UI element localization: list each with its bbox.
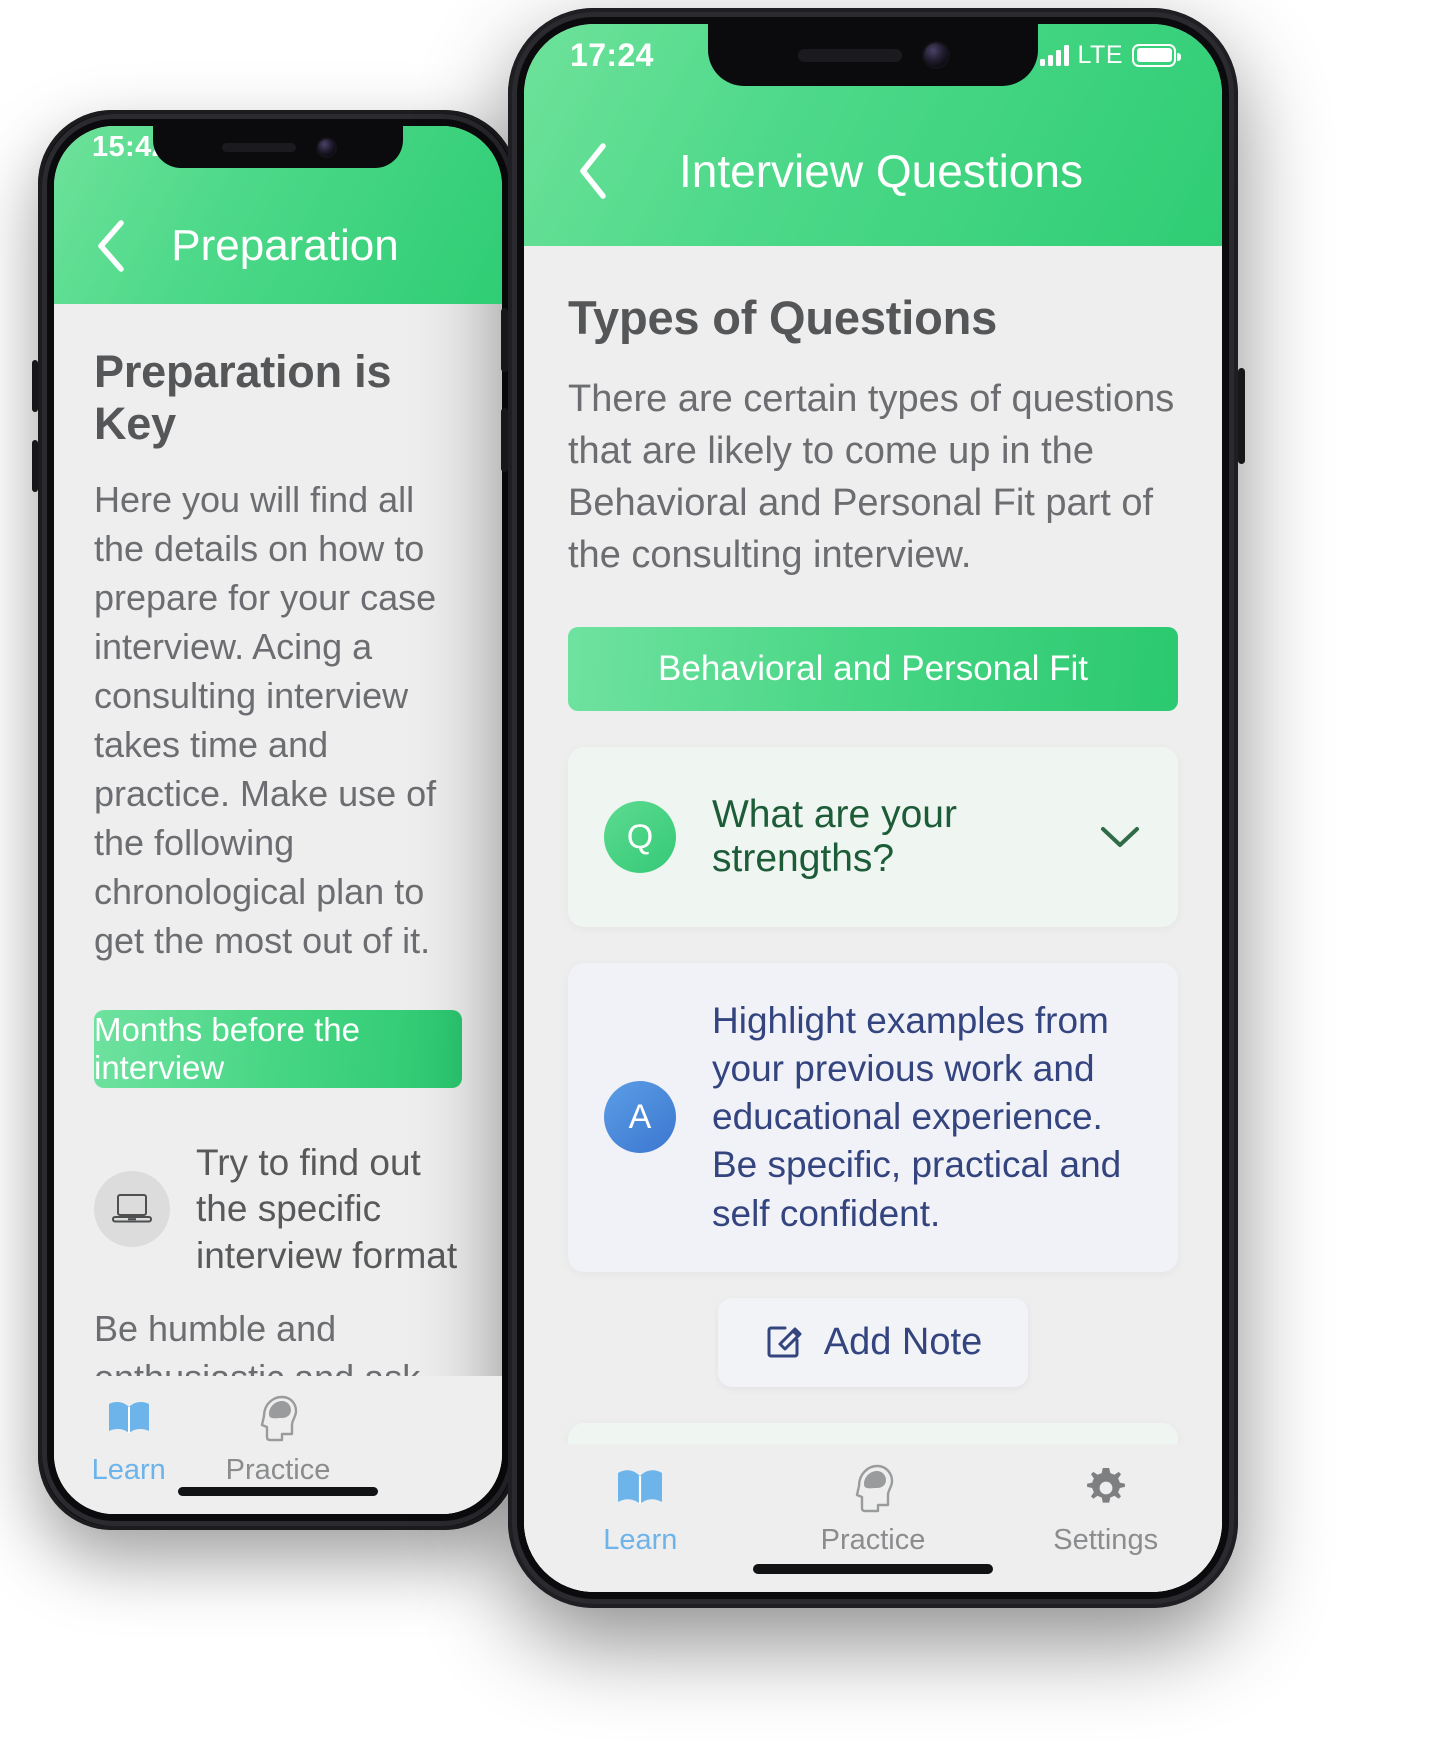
front-phone-device: 17:24 LTE Interview Questions Types of Q…	[501, 8, 1245, 1608]
question-badge: Q	[604, 801, 676, 874]
tab-label: Practice	[820, 1524, 926, 1556]
laptop-icon	[94, 1171, 170, 1248]
back-phone-content: Preparation is Key Here you will find al…	[54, 346, 502, 1514]
tab-label: Learn	[91, 1454, 166, 1486]
answer-badge: A	[604, 1081, 676, 1154]
tab-practice[interactable]: Practice	[203, 1392, 352, 1487]
add-note-row: Add Note	[568, 1297, 1178, 1387]
page-title: Interview Questions	[679, 145, 1083, 197]
head-brain-icon	[256, 1392, 300, 1444]
section-button-months-before[interactable]: Months before the interview	[94, 1009, 462, 1088]
feature-row: Try to find out the specific interview f…	[94, 1140, 462, 1280]
home-indicator[interactable]	[753, 1564, 993, 1574]
back-phone-navbar: Preparation	[54, 188, 502, 304]
status-right-group: LTE	[1039, 40, 1181, 70]
front-camera-icon	[317, 138, 335, 156]
back-phone-body: Preparation is Key Here you will find al…	[54, 304, 502, 1514]
back-button[interactable]	[84, 219, 138, 273]
back-intro-paragraph: Here you will find all the details on ho…	[94, 479, 437, 961]
open-book-icon	[614, 1462, 666, 1514]
back-phone-screen: 15:42 Preparation Preparation is Key Her…	[54, 126, 502, 1514]
front-phone-navbar: Interview Questions	[524, 96, 1222, 246]
battery-full-icon	[1132, 43, 1181, 67]
tab-learn[interactable]: Learn	[524, 1462, 757, 1557]
network-type-label: LTE	[1077, 40, 1123, 69]
add-note-button[interactable]: Add Note	[717, 1297, 1029, 1387]
question-text: What are your strengths?	[712, 793, 957, 881]
front-intro-paragraph: There are certain types of questions tha…	[568, 378, 1175, 577]
tab-practice[interactable]: Practice	[757, 1462, 990, 1557]
front-phone-content: Types of Questions There are certain typ…	[524, 290, 1222, 1592]
earpiece-speaker	[221, 142, 296, 152]
tab-label: Settings	[1053, 1524, 1159, 1556]
category-button-behavioral-personal-fit[interactable]: Behavioral and Personal Fit	[568, 627, 1178, 712]
tab-label: Learn	[603, 1524, 678, 1556]
front-phone-body: Types of Questions There are certain typ…	[524, 246, 1222, 1592]
edit-note-icon	[764, 1320, 804, 1365]
status-clock: 17:24	[570, 36, 654, 73]
chevron-down-icon[interactable]	[1098, 815, 1142, 859]
gear-icon	[1082, 1462, 1130, 1514]
volume-down-button[interactable]	[32, 440, 38, 492]
screenshot-stage: 15:42 Preparation Preparation is Key Her…	[0, 0, 1435, 1755]
front-phone-screen: 17:24 LTE Interview Questions Types of Q…	[524, 24, 1222, 1592]
back-heading: Preparation is Key	[94, 346, 392, 449]
back-phone-notch	[153, 126, 403, 168]
head-brain-icon	[850, 1462, 896, 1514]
feature-title: Try to find out the specific interview f…	[196, 1141, 458, 1276]
open-book-icon	[105, 1392, 153, 1444]
front-heading: Types of Questions	[568, 291, 998, 344]
front-phone-notch	[708, 24, 1038, 86]
answer-text: Highlight examples from your previous wo…	[712, 1000, 1122, 1234]
page-title: Preparation	[171, 221, 399, 270]
signal-bars-icon	[1039, 44, 1069, 66]
volume-up-button[interactable]	[32, 360, 38, 412]
volume-up-button[interactable]	[501, 308, 508, 372]
tab-settings[interactable]: Settings	[989, 1462, 1222, 1557]
front-camera-icon	[924, 43, 948, 67]
question-card[interactable]: Q What are your strengths?	[568, 747, 1178, 928]
home-indicator[interactable]	[178, 1487, 378, 1496]
earpiece-speaker	[798, 48, 902, 62]
volume-down-button[interactable]	[501, 408, 508, 472]
tab-learn[interactable]: Learn	[54, 1392, 203, 1487]
back-phone-device: 15:42 Preparation Preparation is Key Her…	[32, 110, 518, 1530]
back-button[interactable]	[562, 140, 624, 202]
answer-card: A Highlight examples from your previous …	[568, 963, 1178, 1272]
tab-label: Practice	[225, 1454, 331, 1486]
add-note-label: Add Note	[823, 1320, 983, 1363]
power-button[interactable]	[1238, 368, 1245, 464]
